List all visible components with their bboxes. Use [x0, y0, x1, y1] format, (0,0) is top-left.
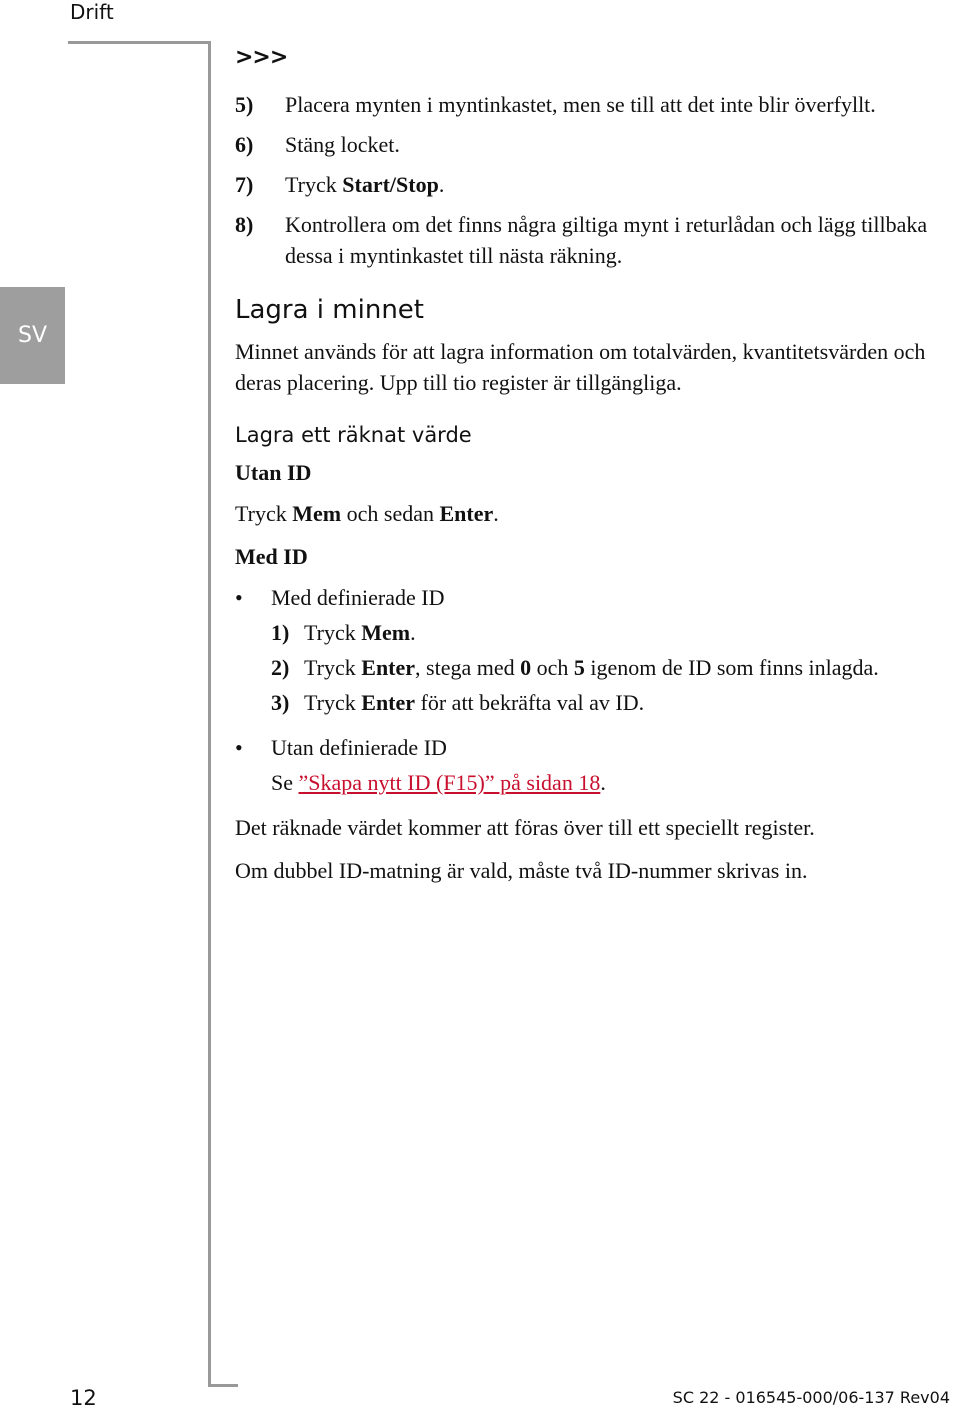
key-name: Mem [292, 501, 342, 526]
step-text: Placera mynten i myntinkastet, men se ti… [285, 92, 876, 117]
step-text: Tryck Enter för att bekräfta val av ID. [304, 687, 644, 718]
subsection-heading: Lagra ett räknat värde [235, 423, 472, 447]
step-number: 8) [235, 212, 254, 237]
step-text: Tryck Enter, stega med 0 och 5 igenom de… [304, 652, 879, 683]
step-8: 8) Kontrollera om det finns några giltig… [235, 209, 955, 271]
step-number: 1) [271, 620, 290, 645]
key-name: Mem [361, 620, 411, 645]
section-heading: Lagra i minnet [235, 295, 424, 325]
step-number: 6) [235, 132, 254, 157]
without-id-heading: Utan ID [235, 460, 312, 485]
bullet-item: • Utan definierade ID [235, 732, 955, 763]
with-id-heading: Med ID [235, 544, 308, 569]
step-text: Tryck Start/Stop. [285, 169, 444, 200]
key-name: 5 [573, 655, 585, 680]
text: , stega med [415, 655, 521, 680]
key-name: 0 [520, 655, 532, 680]
text: . [410, 620, 416, 645]
section-title: Drift [70, 0, 114, 24]
step-number: 2) [271, 655, 290, 680]
note-1: Det räknade värdet kommer att föras över… [235, 815, 815, 840]
see-reference: Se ”Skapa nytt ID (F15)” på sidan 18. [271, 767, 955, 798]
page-number: 12 [70, 1386, 97, 1410]
bullet-item: • Med definierade ID [235, 582, 955, 613]
text: Tryck [285, 172, 343, 197]
step-number: 3) [271, 690, 290, 715]
bullet-text: Med definierade ID [271, 585, 445, 610]
continuation-mark: >>> [235, 45, 288, 70]
step-7: 7) Tryck Start/Stop. [235, 169, 955, 200]
text: för att bekräfta val av ID. [415, 690, 645, 715]
substep-3: 3) Tryck Enter för att bekräfta val av I… [271, 687, 955, 718]
step-text: Stäng locket. [285, 132, 400, 157]
text: . [493, 501, 499, 526]
text: . [600, 770, 606, 795]
step-6: 6) Stäng locket. [235, 129, 955, 160]
language-tab: SV [0, 287, 65, 384]
text: och [531, 655, 574, 680]
text: igenom de ID som finns inlagda. [584, 655, 879, 680]
bullet-icon: • [235, 735, 243, 760]
text: Tryck [304, 620, 362, 645]
substep-1: 1) Tryck Mem. [271, 617, 955, 648]
step-number: 7) [235, 172, 254, 197]
page-content: >>> 5) Placera mynten i myntinkastet, me… [235, 42, 955, 898]
step-5: 5) Placera mynten i myntinkastet, men se… [235, 89, 955, 120]
step-text: Tryck Mem. [304, 617, 416, 648]
cross-reference-link[interactable]: ”Skapa nytt ID (F15)” på sidan 18 [299, 770, 601, 795]
text: Tryck [304, 655, 362, 680]
substep-list: 1) Tryck Mem. 2) Tryck Enter, stega med … [271, 617, 955, 718]
bullet-icon: • [235, 585, 243, 610]
without-id-text: Tryck Mem och sedan Enter. [235, 498, 955, 529]
note-2: Om dubbel ID-matning är vald, måste två … [235, 858, 808, 883]
bullet-text: Utan definierade ID [271, 735, 447, 760]
text: och sedan [341, 501, 440, 526]
frame-line-vertical [208, 41, 211, 1387]
section-intro: Minnet används för att lagra information… [235, 339, 926, 395]
key-name: Enter [361, 690, 416, 715]
step-text: Kontrollera om det finns några giltiga m… [285, 212, 928, 268]
key-name: Enter [439, 501, 494, 526]
key-name: Start/Stop [342, 172, 439, 197]
key-name: Enter [361, 655, 416, 680]
text: . [438, 172, 445, 197]
text: Tryck [235, 501, 293, 526]
text: Tryck [304, 690, 362, 715]
frame-line-bottom [208, 1384, 238, 1387]
text: Se [271, 770, 299, 795]
step-number: 5) [235, 92, 254, 117]
document-id: SC 22 - 016545-000/06-137 Rev04 [672, 1388, 950, 1407]
substep-2: 2) Tryck Enter, stega med 0 och 5 igenom… [271, 652, 955, 683]
frame-line-top [68, 41, 211, 44]
